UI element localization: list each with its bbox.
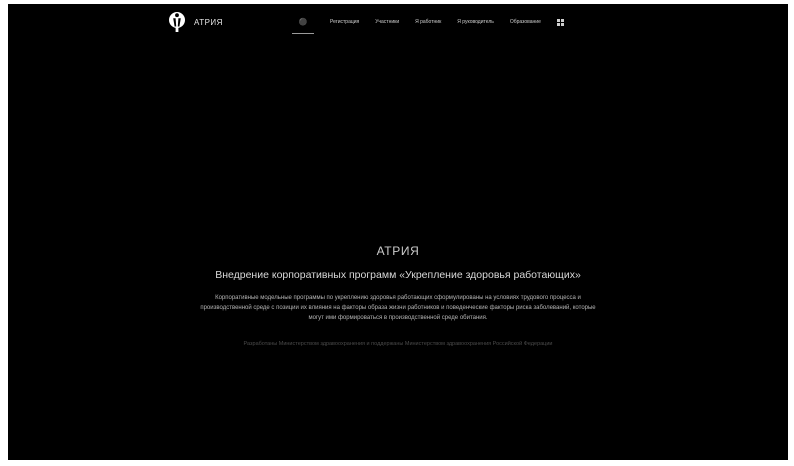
hero-description: Корпоративные модельные программы по укр…	[200, 295, 596, 321]
top-navbar: АТРИЯ ⚫ Регистрация Участники Я работник…	[8, 4, 788, 40]
person-figure-icon	[169, 12, 185, 32]
nav-item-manager[interactable]: Я руководитель	[457, 4, 494, 40]
hero-subtitle: Внедрение корпоративных программ «Укрепл…	[215, 269, 581, 281]
grid-icon	[556, 18, 564, 26]
hero-note: Разработаны Министерством здравоохранени…	[243, 341, 553, 347]
nav-more[interactable]	[556, 4, 564, 40]
nav-item-employee[interactable]: Я работник	[415, 4, 441, 40]
page: АТРИЯ ⚫ Регистрация Участники Я работник…	[8, 4, 788, 460]
hero-section: АТРИЯ Внедрение корпоративных программ «…	[8, 244, 788, 349]
main-menu: ⚫ Регистрация Участники Я работник Я рук…	[292, 4, 580, 40]
nav-item-participants[interactable]: Участники	[375, 4, 399, 40]
nav-item-education[interactable]: Образование	[510, 4, 541, 40]
nav-item-registration[interactable]: Регистрация	[330, 4, 359, 40]
brand-name: АТРИЯ	[194, 17, 223, 27]
nav-home[interactable]: ⚫	[292, 4, 314, 40]
home-icon: ⚫	[298, 19, 308, 26]
brand-link[interactable]: АТРИЯ	[168, 11, 223, 33]
hero-title: АТРИЯ	[376, 244, 420, 258]
